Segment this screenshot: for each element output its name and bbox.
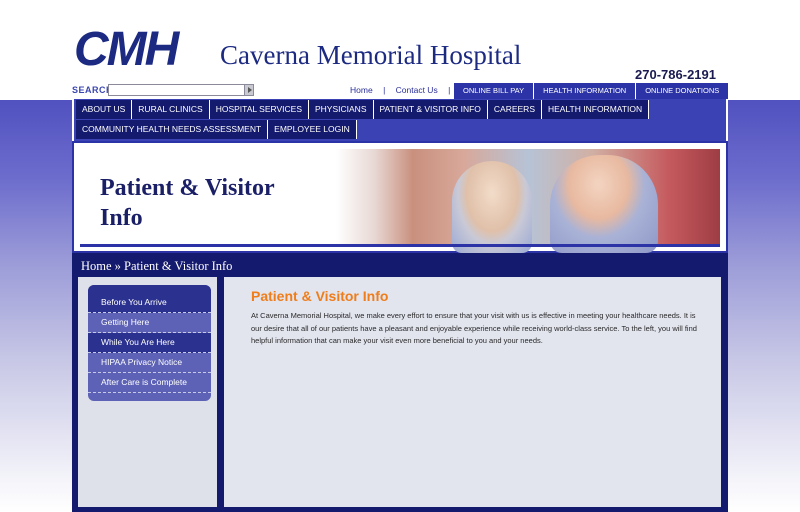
intro-paragraph: At Caverna Memorial Hospital, we make ev… — [251, 311, 697, 346]
content-frame: Home » Patient & Visitor Info Before You… — [72, 253, 728, 512]
sidebar-menu: Before You Arrive Getting Here While You… — [88, 285, 211, 401]
hospital-name[interactable]: Caverna Memorial Hospital — [220, 40, 521, 70]
nav-item-employee-login[interactable]: EMPLOYEE LOGIN — [268, 120, 357, 139]
search-button[interactable] — [244, 84, 254, 96]
sidebar: Before You Arrive Getting Here While You… — [78, 277, 217, 507]
nav-item-health-information[interactable]: HEALTH INFORMATION — [541, 100, 650, 119]
sidebar-item-before-you-arrive[interactable]: Before You Arrive — [88, 293, 211, 313]
nav-item-careers[interactable]: CAREERS — [487, 100, 542, 119]
search-input[interactable] — [108, 84, 246, 96]
nav-item-patient-visitor-info[interactable]: PATIENT & VISITOR INFO — [373, 100, 488, 119]
phone-number: 270-786-2191 — [635, 67, 716, 82]
page-title: Patient & Visitor Info — [251, 288, 389, 304]
banner-divider — [80, 244, 720, 247]
tab-health-information[interactable]: HEALTH INFORMATION — [533, 83, 636, 99]
nav-item-rural-clinics[interactable]: RURAL CLINICS — [132, 100, 210, 119]
caregiver-image — [550, 155, 658, 253]
tab-online-bill-pay[interactable]: ONLINE BILL PAY — [453, 83, 534, 99]
menu-cap — [88, 285, 211, 293]
sidebar-item-hipaa-privacy-notice[interactable]: HIPAA Privacy Notice — [88, 353, 211, 373]
banner-photo: Patient & Visitor Info — [80, 149, 720, 253]
nav-item-community-health[interactable]: COMMUNITY HEALTH NEEDS ASSESSMENT — [76, 120, 269, 139]
nav-item-about-us[interactable]: ABOUT US — [76, 100, 133, 119]
utility-links: Home | Contact Us | — [350, 85, 458, 95]
sidebar-item-getting-here[interactable]: Getting Here — [88, 313, 211, 333]
hero-banner: Patient & Visitor Info — [72, 141, 728, 253]
separator: | — [383, 85, 386, 95]
home-link[interactable]: Home — [350, 85, 373, 95]
tab-online-donations[interactable]: ONLINE DONATIONS — [635, 83, 729, 99]
nav-item-hospital-services[interactable]: HOSPITAL SERVICES — [209, 100, 309, 119]
separator: | — [448, 85, 451, 95]
sidebar-item-after-care[interactable]: After Care is Complete — [88, 373, 211, 393]
elderly-patient-image — [452, 161, 532, 253]
cmh-logo[interactable]: CMH — [74, 26, 179, 74]
site-container: CMH Caverna Memorial Hospital 270-786-21… — [72, 0, 729, 512]
banner-title-line2: Info — [100, 205, 143, 231]
main-nav: ABOUT US RURAL CLINICS HOSPITAL SERVICES… — [72, 99, 728, 141]
breadcrumb[interactable]: Home » Patient & Visitor Info — [81, 259, 232, 274]
main-content: Patient & Visitor Info At Caverna Memori… — [224, 277, 721, 507]
banner-title-line1: Patient & Visitor — [100, 175, 275, 201]
nav-row: ABOUT US RURAL CLINICS HOSPITAL SERVICES… — [76, 100, 650, 119]
sidebar-item-while-you-are-here[interactable]: While You Are Here — [88, 333, 211, 353]
nav-row: COMMUNITY HEALTH NEEDS ASSESSMENT EMPLOY… — [76, 120, 357, 139]
nav-item-physicians[interactable]: PHYSICIANS — [309, 100, 374, 119]
menu-cap — [88, 393, 211, 401]
contact-us-link[interactable]: Contact Us — [396, 85, 438, 95]
banner-title: Patient & Visitor Info — [100, 173, 275, 233]
search-label: SEARCH — [72, 85, 114, 95]
top-tabs: ONLINE BILL PAY HEALTH INFORMATION ONLIN… — [453, 83, 729, 99]
